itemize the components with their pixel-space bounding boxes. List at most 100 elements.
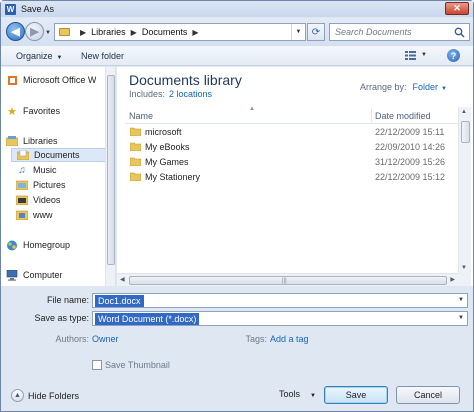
includes-label: Includes: <box>129 89 166 99</box>
file-date: 22/12/2009 15:12 <box>375 172 446 182</box>
nav-item-documents[interactable]: Documents <box>11 148 107 162</box>
save-as-type-select[interactable]: Word Document (*.docx) ▼ <box>92 311 468 326</box>
file-date: 22/09/2010 14:26 <box>375 142 446 152</box>
computer-icon <box>6 269 18 281</box>
scroll-left-icon[interactable]: ◀ <box>120 276 125 283</box>
search-icon[interactable] <box>454 27 465 38</box>
nav-pane-scroll-thumb[interactable] <box>107 75 115 265</box>
pictures-icon <box>16 180 28 191</box>
scroll-right-icon[interactable]: ▶ <box>450 276 455 283</box>
scroll-down-icon[interactable]: ▼ <box>461 265 467 271</box>
arrange-by: Arrange by: Folder ▼ <box>360 82 447 92</box>
organize-label: Organize <box>16 51 53 61</box>
locations-link[interactable]: 2 locations <box>169 89 212 99</box>
file-name: My eBooks <box>145 142 190 152</box>
chevron-down-icon[interactable]: ▼ <box>441 86 447 92</box>
file-row[interactable]: My Games 31/12/2009 15:26 <box>125 155 461 169</box>
column-headers: ▲ Name Date modified <box>125 106 461 124</box>
grip-icon: ||| <box>282 278 287 284</box>
file-name: My Games <box>145 157 189 167</box>
arrange-by-dropdown[interactable]: Folder <box>413 82 439 92</box>
file-row[interactable]: microsoft 22/12/2009 15:11 <box>125 125 461 139</box>
address-dropdown-icon[interactable]: ▼ <box>291 24 305 40</box>
back-button[interactable]: ◀ <box>6 22 25 41</box>
horizontal-scroll-thumb[interactable]: ||| <box>129 276 447 285</box>
nav-item-videos[interactable]: Videos <box>11 193 107 207</box>
breadcrumb-separator-icon[interactable]: ▶ <box>192 28 198 37</box>
office-icon <box>6 75 18 86</box>
nav-item-microsoft-office[interactable]: Microsoft Office W <box>1 73 107 87</box>
nav-item-www[interactable]: www <box>11 208 107 222</box>
nav-item-label: Libraries <box>23 136 58 146</box>
file-name-combobox[interactable]: Doc1.docx ▼ <box>92 293 468 308</box>
change-view-icon[interactable] <box>405 51 416 60</box>
file-list-vertical-scrollbar[interactable]: ▲ ▼ <box>458 107 471 273</box>
chevron-down-icon[interactable]: ▼ <box>458 297 464 303</box>
save-options-panel: File name: Doc1.docx ▼ Save as type: Wor… <box>1 287 473 411</box>
chevron-down-icon: ▼ <box>56 55 63 61</box>
new-folder-button[interactable]: New folder <box>81 51 124 61</box>
file-name-label: File name: <box>46 295 89 305</box>
save-as-type-label: Save as type: <box>34 313 89 323</box>
chevron-down-icon: ▼ <box>310 393 316 399</box>
vertical-scroll-thumb[interactable] <box>461 121 470 143</box>
folder-icon <box>130 157 141 166</box>
forward-button[interactable]: ▶ <box>25 22 44 41</box>
nav-item-libraries[interactable]: Libraries <box>1 134 107 148</box>
search-input[interactable] <box>330 25 450 39</box>
command-toolbar: Organize ▼ New folder ▼ ? <box>1 46 473 66</box>
arrange-by-label: Arrange by: <box>360 82 407 92</box>
save-button[interactable]: Save <box>324 386 388 404</box>
tools-menu[interactable]: Tools ▼ <box>279 389 316 399</box>
breadcrumb-libraries[interactable]: Libraries <box>91 27 126 37</box>
nav-item-music[interactable]: ♫ Music <box>11 163 107 177</box>
chevron-down-icon[interactable]: ▼ <box>458 315 464 321</box>
nav-item-computer[interactable]: Computer <box>1 268 107 282</box>
address-bar[interactable]: ▶ Libraries ▶ Documents ▶ ▼ <box>54 23 306 41</box>
column-header-name[interactable]: Name <box>129 111 153 121</box>
nav-item-label: Favorites <box>23 106 61 116</box>
nav-item-label: Music <box>33 165 57 175</box>
nav-item-pictures[interactable]: Pictures <box>11 178 107 192</box>
folder-icon <box>130 127 141 136</box>
column-header-date-modified[interactable]: Date modified <box>375 111 431 121</box>
nav-item-homegroup[interactable]: Homegroup <box>1 238 107 252</box>
tools-label: Tools <box>279 389 301 399</box>
recent-locations-dropdown-icon[interactable]: ▼ <box>45 30 51 36</box>
refresh-button[interactable]: ⟳ <box>307 23 325 41</box>
file-list-horizontal-scrollbar[interactable]: ◀ ||| ▶ <box>117 273 458 286</box>
breadcrumb-documents[interactable]: Documents <box>142 27 188 37</box>
view-options-dropdown-icon[interactable]: ▼ <box>421 52 427 58</box>
tags-value[interactable]: Add a tag <box>270 334 309 344</box>
organize-menu[interactable]: Organize ▼ <box>16 51 62 61</box>
homegroup-icon <box>6 240 18 251</box>
file-row[interactable]: My eBooks 22/09/2010 14:26 <box>125 140 461 154</box>
file-row[interactable]: My Stationery 22/12/2009 15:12 <box>125 170 461 184</box>
navigation-pane: Microsoft Office W ★ Favorites Libraries… <box>1 67 116 286</box>
file-name: microsoft <box>145 127 182 137</box>
search-box[interactable] <box>329 23 470 41</box>
nav-item-label: Microsoft Office W <box>23 75 97 85</box>
column-divider[interactable] <box>371 109 372 122</box>
file-list-pane: Documents library Includes: 2 locations A… <box>117 67 473 286</box>
nav-pane-scrollbar[interactable] <box>105 67 115 286</box>
save-thumbnail-label[interactable]: Save Thumbnail <box>105 360 170 370</box>
scroll-up-icon[interactable]: ▲ <box>461 109 467 115</box>
close-button[interactable]: ✕ <box>445 2 469 15</box>
nav-item-label: Homegroup <box>23 240 71 250</box>
hide-folders-toggle[interactable]: ▲ Hide Folders <box>11 389 79 402</box>
authors-value[interactable]: Owner <box>92 334 119 344</box>
save-thumbnail-checkbox[interactable] <box>92 360 102 370</box>
nav-item-favorites[interactable]: ★ Favorites <box>1 104 107 118</box>
cancel-button[interactable]: Cancel <box>396 386 460 404</box>
libraries-folder-icon <box>59 28 70 36</box>
title-bar[interactable]: W Save As ✕ <box>1 1 473 17</box>
save-as-dialog: W Save As ✕ ◀ ▶ ▼ ▶ Libraries ▶ Document… <box>0 0 474 412</box>
help-icon[interactable]: ? <box>447 49 460 62</box>
window-title: Save As <box>21 4 55 14</box>
star-icon: ★ <box>7 105 17 118</box>
documents-icon <box>17 150 29 161</box>
breadcrumb-separator-icon[interactable]: ▶ <box>131 28 137 37</box>
file-name-input[interactable]: Doc1.docx <box>95 294 144 307</box>
breadcrumb-separator-icon[interactable]: ▶ <box>80 28 86 37</box>
